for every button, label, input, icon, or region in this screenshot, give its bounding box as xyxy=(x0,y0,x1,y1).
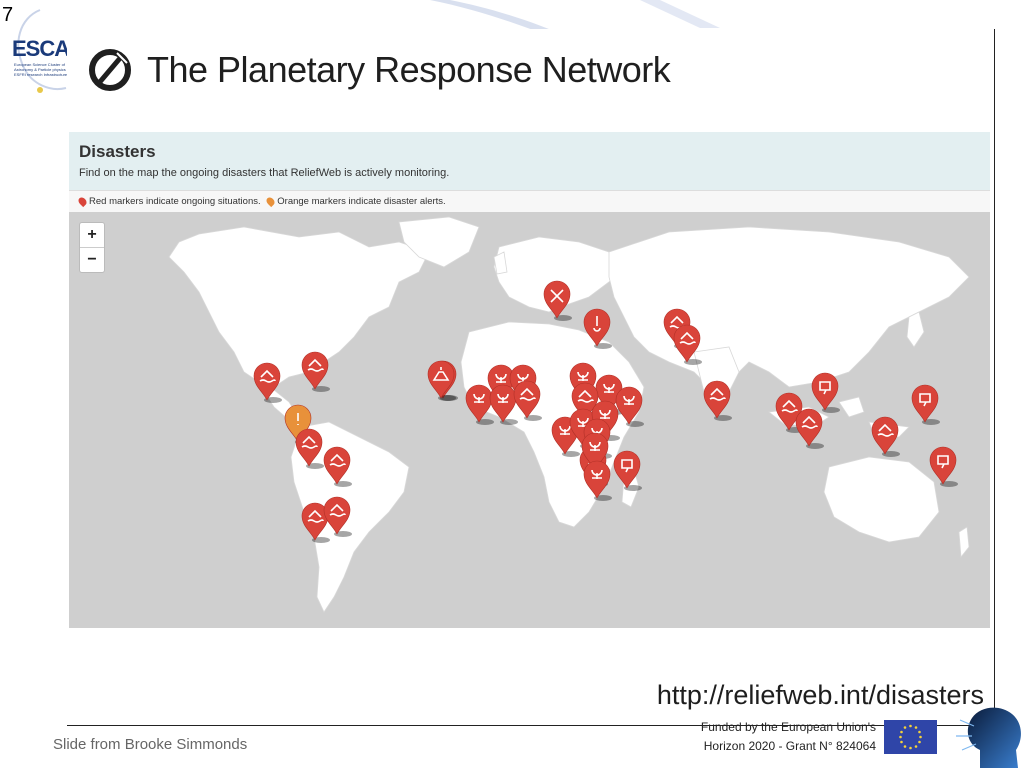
esca-logo-subtext: European Science Cluster of Astronomy & … xyxy=(14,62,70,77)
disaster-marker-epidemic-icon[interactable] xyxy=(465,384,494,425)
slide-content: The Planetary Response Network Disasters… xyxy=(67,29,995,726)
panel-title: Disasters xyxy=(79,142,156,161)
disaster-marker-storm-icon[interactable] xyxy=(929,446,958,487)
disaster-marker-epidemic-icon[interactable] xyxy=(615,386,644,427)
funding-text: Funded by the European Union's Horizon 2… xyxy=(660,718,876,756)
disaster-marker-flood-icon[interactable] xyxy=(703,380,732,421)
orange-marker-icon xyxy=(265,195,277,208)
legend-orange-text: Orange markers indicate disaster alerts. xyxy=(277,196,446,207)
disaster-marker-thermometer-icon[interactable] xyxy=(583,308,612,349)
disaster-marker-flood-icon[interactable] xyxy=(513,380,542,421)
disaster-marker-flood-icon[interactable] xyxy=(323,446,352,487)
disaster-marker-flood-icon[interactable] xyxy=(673,324,702,365)
map-legend: Red markers indicate ongoing situations.… xyxy=(69,190,990,212)
prn-header: The Planetary Response Network xyxy=(87,47,671,93)
reliefweb-disasters-panel: Disasters Find on the map the ongoing di… xyxy=(69,132,990,632)
red-marker-icon xyxy=(76,195,89,208)
disaster-marker-flood-icon[interactable] xyxy=(253,362,282,403)
legend-red-text: Red markers indicate ongoing situations. xyxy=(89,196,261,207)
disaster-marker-storm-icon[interactable] xyxy=(911,384,940,425)
page-title: The Planetary Response Network xyxy=(147,49,671,90)
disaster-marker-storm-icon[interactable] xyxy=(613,450,642,491)
planetary-response-network-logo-icon xyxy=(89,49,131,91)
disaster-marker-flood-icon[interactable] xyxy=(795,408,824,449)
funding-line-2: Horizon 2020 - Grant N° 824064 xyxy=(703,739,876,753)
slide-credit: Slide from Brooke Simmonds xyxy=(53,736,248,753)
esca-logo-text: ESCA xyxy=(12,36,70,61)
disaster-marker-storm-icon[interactable] xyxy=(811,372,840,413)
eu-flag-icon xyxy=(884,720,937,754)
world-map[interactable]: + − xyxy=(69,212,990,628)
ai-head-icon xyxy=(956,707,1021,768)
disaster-marker-flood-icon[interactable] xyxy=(301,351,330,392)
disaster-marker-epidemic-icon[interactable] xyxy=(583,460,612,501)
panel-description: Find on the map the ongoing disasters th… xyxy=(79,167,450,179)
disaster-marker-epidemic-icon[interactable] xyxy=(489,384,518,425)
disaster-markers-layer xyxy=(253,280,958,543)
disaster-marker-conflict-icon[interactable] xyxy=(543,280,572,321)
zoom-out-button[interactable]: − xyxy=(80,247,104,272)
zoom-controls: + − xyxy=(79,222,105,273)
panel-header: Disasters Find on the map the ongoing di… xyxy=(69,132,990,190)
funding-line-1: Funded by the European Union's xyxy=(700,720,876,734)
disaster-marker-flood-icon[interactable] xyxy=(295,428,324,469)
reliefweb-url[interactable]: http://reliefweb.int/disasters xyxy=(657,680,984,711)
disaster-marker-flood-icon[interactable] xyxy=(323,496,352,537)
zoom-in-button[interactable]: + xyxy=(80,223,104,247)
disaster-marker-flood-icon[interactable] xyxy=(871,416,900,457)
disaster-marker-volcano-icon[interactable] xyxy=(427,360,456,401)
